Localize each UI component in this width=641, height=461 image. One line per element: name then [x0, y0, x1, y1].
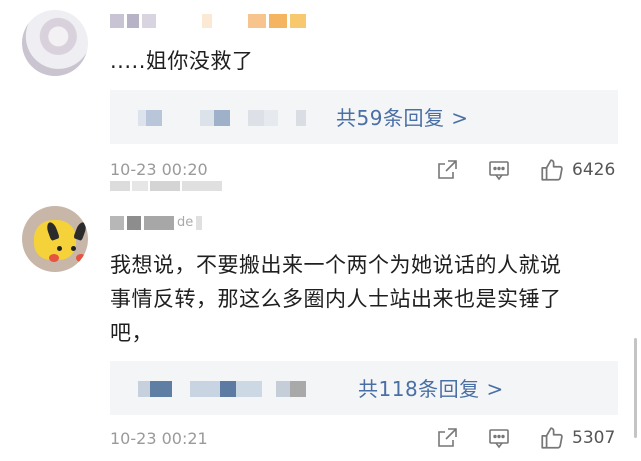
like-count: 6426: [572, 160, 616, 180]
pikachu-avatar-image: [34, 220, 88, 262]
reply-preview-box[interactable]: 共59条回复 >: [110, 90, 618, 144]
thumbs-up-icon[interactable]: [539, 425, 565, 451]
reply-avatars-blurred: [138, 110, 306, 126]
reply-preview-box[interactable]: 共118条回复 >: [110, 361, 618, 415]
comment-text: 我想说，不要搬出来一个两个为她说话的人就说 事情反转，那这么多圈内人士站出来也是…: [110, 253, 562, 345]
comment-item: .....姐你没救了 共59条回复 > 10-23 00:20 6426: [0, 0, 641, 196]
comment-text: .....姐你没救了: [110, 49, 254, 73]
action-bar: 6426: [0, 154, 641, 186]
comment-icon[interactable]: [487, 426, 511, 450]
scrollbar[interactable]: [634, 338, 637, 438]
username-blurred[interactable]: [110, 14, 306, 28]
thumbs-up-icon[interactable]: [539, 157, 565, 183]
avatar[interactable]: [22, 206, 88, 272]
username-fragment: de: [177, 215, 194, 230]
reply-avatars-blurred: [138, 381, 306, 397]
share-icon[interactable]: [435, 158, 459, 182]
share-icon[interactable]: [435, 426, 459, 450]
avatar[interactable]: [22, 10, 88, 76]
like-count: 5307: [572, 428, 616, 448]
username-blurred[interactable]: de: [110, 215, 203, 230]
comment-icon[interactable]: [487, 158, 511, 182]
action-bar: 5307: [0, 422, 641, 454]
comment-item: de 我想说，不要搬出来一个两个为她说话的人就说 事情反转，那这么多圈内人士站出…: [0, 196, 641, 461]
view-replies-link[interactable]: 共59条回复 >: [336, 102, 469, 131]
view-replies-link[interactable]: 共118条回复 >: [358, 373, 504, 402]
